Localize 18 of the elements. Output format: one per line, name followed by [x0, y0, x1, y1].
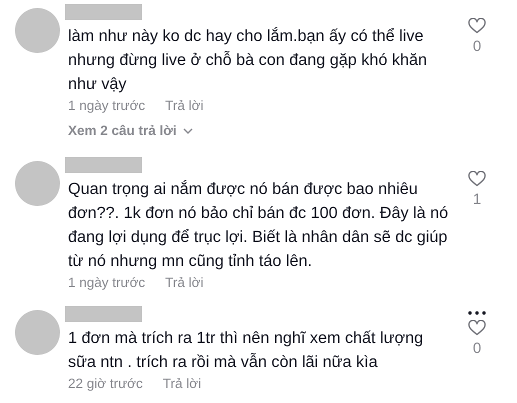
timestamp: 22 giờ trước [68, 375, 143, 393]
like-count: 0 [472, 38, 482, 56]
like-count: 1 [472, 191, 482, 209]
heart-icon[interactable] [468, 320, 486, 336]
like-count: 0 [472, 340, 482, 358]
comment-text: 1 đơn mà trích ra 1tr thì nên nghĩ xem chất lượng sữa ntn . trích ra rồi mà vẫn còn lãi nữa kìa [68, 328, 424, 373]
more-icon[interactable] [468, 311, 486, 315]
heart-icon[interactable] [468, 18, 486, 34]
chevron-down-icon [182, 128, 193, 134]
heart-icon[interactable] [468, 171, 486, 187]
view-replies-button[interactable]: Xem 2 câu trả lời [68, 122, 193, 140]
reply-link[interactable]: Trả lời [165, 274, 204, 292]
timestamp: 1 ngày trước [68, 274, 146, 292]
timestamp: 1 ngày trước [68, 97, 146, 115]
reply-link[interactable]: Trả lời [162, 375, 202, 393]
comment-text: làm như này ko dc hay cho lắm.bạn ấy có thể live nhưng đừng live ở chỗ bà con đang gặp khó khăn như vậy [68, 26, 428, 95]
reply-link[interactable]: Trả lời [165, 97, 204, 115]
comment-text: Quan trọng ai nắm được nó bán được bao nhiêu đơn??. 1k đơn nó bảo chỉ bán đc 100 đơn. Đây là nó đang lợi dụng để trục lợi. Biết là nhân dân sẽ dc giúp từ nó nhưng mn cũng tỉnh táo lên. [68, 179, 450, 272]
